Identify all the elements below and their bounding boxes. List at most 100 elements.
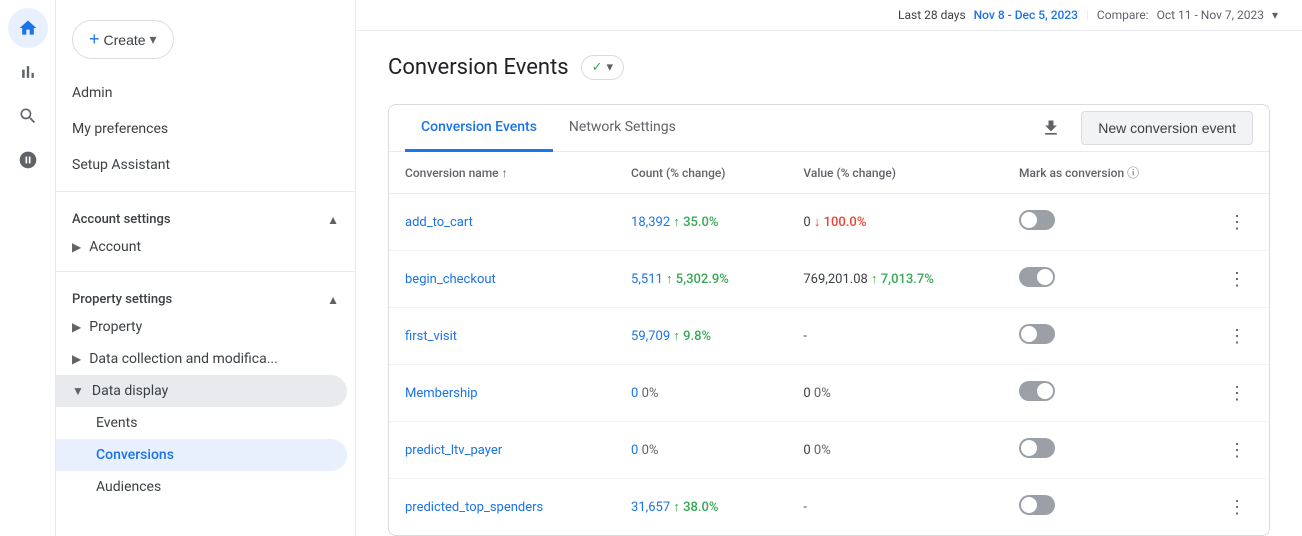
count-change-value: 0%	[638, 386, 658, 401]
row-more-button[interactable]: ⋮	[1221, 206, 1253, 238]
nav-icons-panel	[0, 0, 56, 536]
account-item[interactable]: ▶ Account	[56, 231, 355, 263]
table-row: first_visit 59,709 ↑ 9.8% - ⋮	[389, 308, 1269, 365]
value-cell: 0 0%	[787, 365, 1003, 422]
conversion-events-tab[interactable]: Conversion Events	[405, 105, 553, 152]
mark-conversion-toggle[interactable]	[1019, 381, 1055, 401]
events-sub-item[interactable]: Events	[56, 407, 355, 439]
property-item[interactable]: ▶ Property	[56, 311, 355, 343]
count-cell: 5,511 ↑ 5,302.9%	[615, 251, 787, 308]
sidebar-divider-1	[56, 191, 355, 192]
main-content: Last 28 days Nov 8 - Dec 5, 2023 | Compa…	[356, 0, 1302, 536]
mark-conversion-toggle[interactable]	[1019, 324, 1055, 344]
count-cell: 0 0%	[615, 365, 787, 422]
page-content: Conversion Events ✓ ▾ Conversion Events …	[356, 31, 1302, 536]
main-card: Conversion Events Network Settings New c…	[388, 104, 1270, 536]
count-cell: 0 0%	[615, 422, 787, 479]
row-more-button[interactable]: ⋮	[1221, 377, 1253, 409]
mark-conversion-toggle[interactable]	[1019, 438, 1055, 458]
conversion-name-link[interactable]: first_visit	[405, 329, 457, 344]
value-cell: 0 0%	[787, 422, 1003, 479]
admin-menu-item[interactable]: Admin	[56, 75, 355, 111]
conversion-name-cell: predict_ltv_payer	[389, 422, 615, 479]
advertising-nav-icon[interactable]	[8, 140, 48, 180]
my-preferences-menu-item[interactable]: My preferences	[56, 111, 355, 147]
mark-conversion-cell	[1003, 422, 1205, 479]
value-change-value: ↑ 7,013.7%	[868, 272, 934, 287]
tabs-left: Conversion Events Network Settings	[405, 105, 692, 151]
count-change-value: ↑ 38.0%	[670, 500, 718, 515]
explore-nav-icon[interactable]	[8, 96, 48, 136]
create-button[interactable]: + Create ▾	[72, 20, 174, 59]
data-display-chevron-icon: ▼	[72, 384, 84, 398]
value-cell: -	[787, 479, 1003, 536]
value-change-value: 0%	[811, 443, 831, 458]
mark-conversion-toggle[interactable]	[1019, 495, 1055, 515]
value-value: -	[803, 500, 807, 515]
conversion-table: Conversion name ↑ Count (% change) Value…	[389, 152, 1269, 535]
conversion-name-cell: add_to_cart	[389, 194, 615, 251]
property-settings-header[interactable]: Property settings ▲	[56, 280, 355, 311]
page-title: Conversion Events	[388, 55, 569, 80]
conversion-events-table: Conversion name ↑ Count (% change) Value…	[389, 152, 1269, 535]
network-settings-tab[interactable]: Network Settings	[553, 105, 692, 152]
row-more-button[interactable]: ⋮	[1221, 263, 1253, 295]
badge-check-icon: ✓	[592, 60, 603, 75]
compare-label: Compare:	[1097, 8, 1149, 22]
create-label: Create	[104, 32, 146, 48]
data-collection-item-label: Data collection and modifica...	[89, 351, 278, 367]
mark-conversion-cell	[1003, 194, 1205, 251]
conversions-sub-item[interactable]: Conversions	[56, 439, 347, 471]
property-item-label: Property	[89, 319, 142, 335]
audiences-sub-item[interactable]: Audiences	[56, 471, 355, 503]
conversion-name-link[interactable]: predicted_top_spenders	[405, 500, 543, 515]
count-cell: 18,392 ↑ 35.0%	[615, 194, 787, 251]
conversion-name-cell: first_visit	[389, 308, 615, 365]
download-button[interactable]	[1033, 110, 1069, 146]
data-display-item[interactable]: ▼ Data display	[56, 375, 347, 407]
value-value: 0	[803, 386, 810, 401]
col-actions	[1205, 152, 1269, 194]
title-badge[interactable]: ✓ ▾	[581, 55, 624, 80]
create-chevron-icon: ▾	[150, 31, 157, 48]
conversion-name-link[interactable]: begin_checkout	[405, 272, 496, 287]
row-more-button[interactable]: ⋮	[1221, 320, 1253, 352]
count-cell: 59,709 ↑ 9.8%	[615, 308, 787, 365]
conversion-name-link[interactable]: predict_ltv_payer	[405, 443, 502, 458]
reports-nav-icon[interactable]	[8, 52, 48, 92]
table-row: add_to_cart 18,392 ↑ 35.0%0 ↓ 100.0% ⋮	[389, 194, 1269, 251]
header-divider: |	[1086, 8, 1089, 22]
count-value: 59,709	[631, 329, 670, 344]
conversion-name-link[interactable]: Membership	[405, 386, 478, 401]
value-cell: 0 ↓ 100.0%	[787, 194, 1003, 251]
date-picker-chevron-icon[interactable]: ▾	[1272, 8, 1278, 22]
col-value: Value (% change)	[787, 152, 1003, 194]
new-conversion-event-button[interactable]: New conversion event	[1081, 111, 1253, 145]
setup-assistant-menu-item[interactable]: Setup Assistant	[56, 147, 355, 183]
count-value: 5,511	[631, 272, 663, 287]
compare-range: Oct 11 - Nov 7, 2023	[1157, 8, 1264, 22]
data-collection-chevron-icon: ▶	[72, 352, 81, 366]
col-mark: Mark as conversion ⓘ	[1003, 152, 1205, 194]
count-change-value: ↑ 5,302.9%	[663, 272, 729, 287]
mark-conversion-cell	[1003, 251, 1205, 308]
badge-chevron-icon: ▾	[607, 60, 614, 75]
home-nav-icon[interactable]	[8, 8, 48, 48]
value-value: 0	[803, 443, 810, 458]
table-row: begin_checkout5,511 ↑ 5,302.9%769,201.08…	[389, 251, 1269, 308]
data-collection-item[interactable]: ▶ Data collection and modifica...	[56, 343, 355, 375]
row-more-button[interactable]: ⋮	[1221, 434, 1253, 466]
table-header-row: Conversion name ↑ Count (% change) Value…	[389, 152, 1269, 194]
mark-conversion-toggle[interactable]	[1019, 210, 1055, 230]
conversion-name-link[interactable]: add_to_cart	[405, 215, 473, 230]
count-change-value: ↑ 35.0%	[670, 215, 718, 230]
account-settings-header[interactable]: Account settings ▲	[56, 200, 355, 231]
row-actions-cell: ⋮	[1205, 422, 1269, 479]
row-more-button[interactable]: ⋮	[1221, 491, 1253, 523]
account-chevron-icon: ▶	[72, 240, 81, 254]
mark-conversion-cell	[1003, 308, 1205, 365]
mark-conversion-toggle[interactable]	[1019, 267, 1055, 287]
sidebar-divider-2	[56, 271, 355, 272]
value-value: -	[803, 329, 807, 344]
mark-conversion-cell	[1003, 479, 1205, 536]
